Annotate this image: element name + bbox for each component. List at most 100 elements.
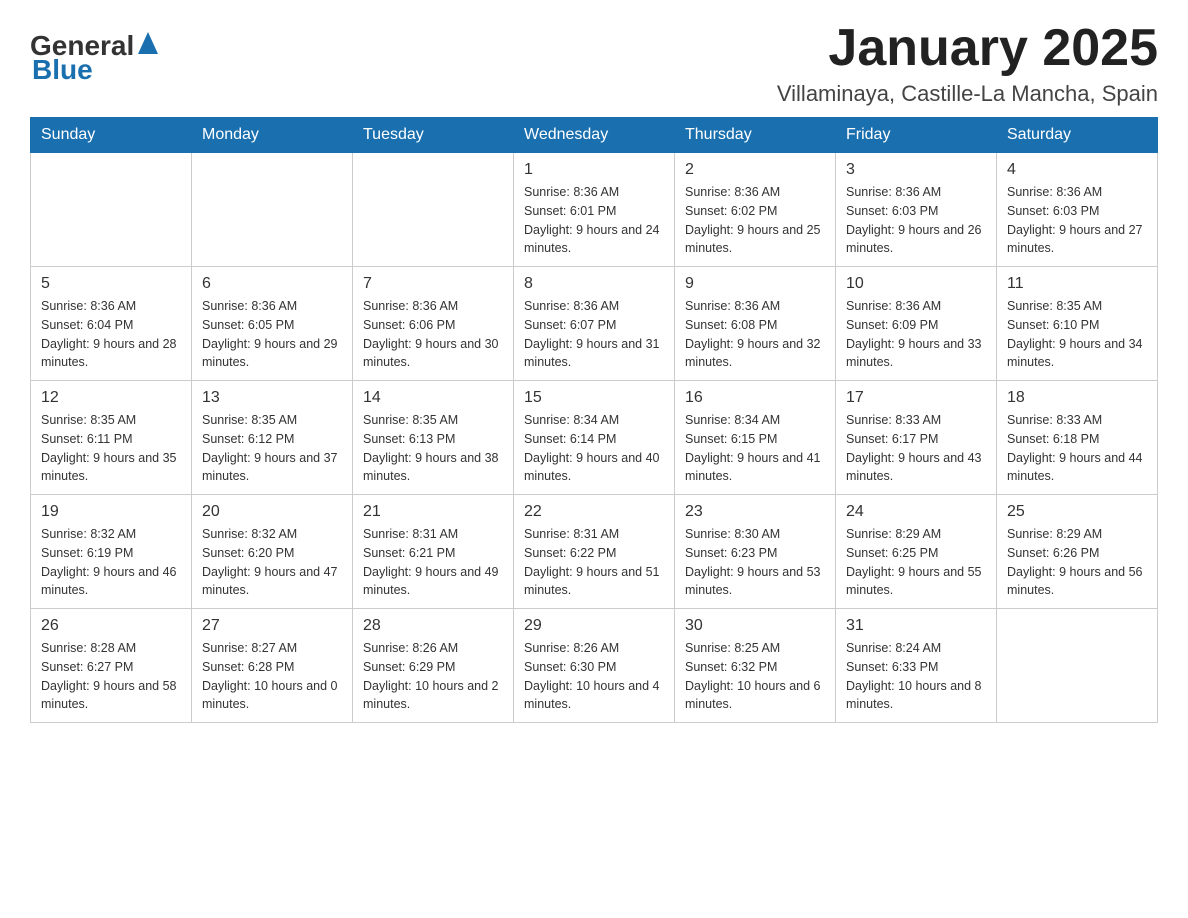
- day-info: Sunrise: 8:28 AMSunset: 6:27 PMDaylight:…: [41, 639, 181, 714]
- day-number: 19: [41, 503, 181, 521]
- calendar-week-row: 12 Sunrise: 8:35 AMSunset: 6:11 PMDayligh…: [31, 381, 1158, 495]
- calendar-table: SundayMondayTuesdayWednesdayThursdayFrid…: [30, 117, 1158, 723]
- calendar-cell: 2Sunrise: 8:36 AMSunset: 6:02 PMDaylight…: [675, 153, 836, 267]
- day-number: 9: [685, 275, 825, 293]
- calendar-cell: 30 Sunrise: 8:25 AMSunset: 6:32 PMDayligh…: [675, 609, 836, 723]
- day-number: 18: [1007, 389, 1147, 407]
- calendar-cell: 5Sunrise: 8:36 AMSunset: 6:04 PMDaylight…: [31, 267, 192, 381]
- calendar-cell: 9 Sunrise: 8:36 AMSunset: 6:08 PMDaylight…: [675, 267, 836, 381]
- day-info: Sunrise: 8:33 AMSunset: 6:17 PMDaylight:…: [846, 411, 986, 486]
- calendar-cell: [353, 153, 514, 267]
- calendar-cell: 23Sunrise: 8:30 AMSunset: 6:23 PMDayligh…: [675, 495, 836, 609]
- day-of-week-header: Tuesday: [353, 118, 514, 153]
- day-number: 3: [846, 161, 986, 179]
- calendar-cell: 22 Sunrise: 8:31 AMSunset: 6:22 PMDayligh…: [514, 495, 675, 609]
- day-of-week-header: Sunday: [31, 118, 192, 153]
- day-number: 8: [524, 275, 664, 293]
- day-number: 12: [41, 389, 181, 407]
- month-title: January 2025: [777, 20, 1158, 77]
- day-number: 29: [524, 617, 664, 635]
- day-info: Sunrise: 8:25 AMSunset: 6:32 PMDaylight:…: [685, 639, 825, 714]
- day-number: 27: [202, 617, 342, 635]
- day-number: 14: [363, 389, 503, 407]
- calendar-cell: 15Sunrise: 8:34 AMSunset: 6:14 PMDayligh…: [514, 381, 675, 495]
- calendar-cell: [192, 153, 353, 267]
- calendar-cell: 17Sunrise: 8:33 AMSunset: 6:17 PMDayligh…: [836, 381, 997, 495]
- calendar-cell: 7Sunrise: 8:36 AMSunset: 6:06 PMDaylight…: [353, 267, 514, 381]
- day-info: Sunrise: 8:34 AMSunset: 6:15 PMDaylight:…: [685, 411, 825, 486]
- day-number: 20: [202, 503, 342, 521]
- calendar-week-row: 1Sunrise: 8:36 AMSunset: 6:01 PMDaylight…: [31, 153, 1158, 267]
- day-info: Sunrise: 8:36 AMSunset: 6:07 PMDaylight:…: [524, 297, 664, 372]
- calendar-cell: [997, 609, 1158, 723]
- day-info: Sunrise: 8:26 AMSunset: 6:29 PMDaylight:…: [363, 639, 503, 714]
- calendar-cell: 31 Sunrise: 8:24 AMSunset: 6:33 PMDayligh…: [836, 609, 997, 723]
- day-number: 11: [1007, 275, 1147, 293]
- calendar-cell: 11Sunrise: 8:35 AMSunset: 6:10 PMDayligh…: [997, 267, 1158, 381]
- day-number: 28: [363, 617, 503, 635]
- calendar-cell: [31, 153, 192, 267]
- day-number: 23: [685, 503, 825, 521]
- calendar-week-row: 19 Sunrise: 8:32 AMSunset: 6:19 PMDayligh…: [31, 495, 1158, 609]
- day-number: 16: [685, 389, 825, 407]
- day-number: 24: [846, 503, 986, 521]
- calendar-cell: 10Sunrise: 8:36 AMSunset: 6:09 PMDayligh…: [836, 267, 997, 381]
- calendar-cell: 21Sunrise: 8:31 AMSunset: 6:21 PMDayligh…: [353, 495, 514, 609]
- day-info: Sunrise: 8:33 AMSunset: 6:18 PMDaylight:…: [1007, 411, 1147, 486]
- calendar-cell: 25 Sunrise: 8:29 AMSunset: 6:26 PMDayligh…: [997, 495, 1158, 609]
- day-number: 25: [1007, 503, 1147, 521]
- day-number: 13: [202, 389, 342, 407]
- day-number: 4: [1007, 161, 1147, 179]
- day-info: Sunrise: 8:31 AMSunset: 6:22 PMDaylight:…: [524, 525, 664, 600]
- day-info: Sunrise: 8:27 AMSunset: 6:28 PMDaylight:…: [202, 639, 342, 714]
- day-info: Sunrise: 8:31 AMSunset: 6:21 PMDaylight:…: [363, 525, 503, 600]
- day-info: Sunrise: 8:29 AMSunset: 6:25 PMDaylight:…: [846, 525, 986, 600]
- calendar-cell: 14 Sunrise: 8:35 AMSunset: 6:13 PMDayligh…: [353, 381, 514, 495]
- day-number: 30: [685, 617, 825, 635]
- header: General Blue January 2025 Villaminaya, C…: [30, 20, 1158, 107]
- calendar-cell: 13 Sunrise: 8:35 AMSunset: 6:12 PMDayligh…: [192, 381, 353, 495]
- calendar-cell: 8 Sunrise: 8:36 AMSunset: 6:07 PMDaylight…: [514, 267, 675, 381]
- day-info: Sunrise: 8:36 AMSunset: 6:03 PMDaylight:…: [846, 183, 986, 258]
- day-info: Sunrise: 8:36 AMSunset: 6:04 PMDaylight:…: [41, 297, 181, 372]
- day-info: Sunrise: 8:36 AMSunset: 6:03 PMDaylight:…: [1007, 183, 1147, 258]
- day-info: Sunrise: 8:32 AMSunset: 6:20 PMDaylight:…: [202, 525, 342, 600]
- day-of-week-header: Friday: [836, 118, 997, 153]
- day-number: 15: [524, 389, 664, 407]
- calendar-cell: 26Sunrise: 8:28 AMSunset: 6:27 PMDayligh…: [31, 609, 192, 723]
- logo-triangle-icon: [138, 32, 158, 59]
- day-info: Sunrise: 8:36 AMSunset: 6:05 PMDaylight:…: [202, 297, 342, 372]
- calendar-cell: 24 Sunrise: 8:29 AMSunset: 6:25 PMDayligh…: [836, 495, 997, 609]
- day-info: Sunrise: 8:36 AMSunset: 6:08 PMDaylight:…: [685, 297, 825, 372]
- day-info: Sunrise: 8:35 AMSunset: 6:11 PMDaylight:…: [41, 411, 181, 486]
- day-info: Sunrise: 8:36 AMSunset: 6:09 PMDaylight:…: [846, 297, 986, 372]
- calendar-cell: 4 Sunrise: 8:36 AMSunset: 6:03 PMDaylight…: [997, 153, 1158, 267]
- calendar-cell: 12 Sunrise: 8:35 AMSunset: 6:11 PMDayligh…: [31, 381, 192, 495]
- days-of-week-row: SundayMondayTuesdayWednesdayThursdayFrid…: [31, 118, 1158, 153]
- calendar-cell: 16 Sunrise: 8:34 AMSunset: 6:15 PMDayligh…: [675, 381, 836, 495]
- day-of-week-header: Monday: [192, 118, 353, 153]
- day-number: 22: [524, 503, 664, 521]
- calendar-week-row: 26Sunrise: 8:28 AMSunset: 6:27 PMDayligh…: [31, 609, 1158, 723]
- day-number: 31: [846, 617, 986, 635]
- day-info: Sunrise: 8:32 AMSunset: 6:19 PMDaylight:…: [41, 525, 181, 600]
- calendar-week-row: 5Sunrise: 8:36 AMSunset: 6:04 PMDaylight…: [31, 267, 1158, 381]
- day-of-week-header: Saturday: [997, 118, 1158, 153]
- day-info: Sunrise: 8:29 AMSunset: 6:26 PMDaylight:…: [1007, 525, 1147, 600]
- day-info: Sunrise: 8:35 AMSunset: 6:12 PMDaylight:…: [202, 411, 342, 486]
- calendar-cell: 27 Sunrise: 8:27 AMSunset: 6:28 PMDayligh…: [192, 609, 353, 723]
- day-info: Sunrise: 8:35 AMSunset: 6:13 PMDaylight:…: [363, 411, 503, 486]
- day-info: Sunrise: 8:26 AMSunset: 6:30 PMDaylight:…: [524, 639, 664, 714]
- calendar-cell: 19 Sunrise: 8:32 AMSunset: 6:19 PMDayligh…: [31, 495, 192, 609]
- day-number: 7: [363, 275, 503, 293]
- calendar-cell: 18 Sunrise: 8:33 AMSunset: 6:18 PMDayligh…: [997, 381, 1158, 495]
- day-number: 2: [685, 161, 825, 179]
- day-info: Sunrise: 8:36 AMSunset: 6:01 PMDaylight:…: [524, 183, 664, 258]
- day-of-week-header: Thursday: [675, 118, 836, 153]
- calendar-cell: 20 Sunrise: 8:32 AMSunset: 6:20 PMDayligh…: [192, 495, 353, 609]
- calendar-cell: 3 Sunrise: 8:36 AMSunset: 6:03 PMDaylight…: [836, 153, 997, 267]
- logo-blue-text: Blue: [32, 54, 93, 86]
- title-area: January 2025 Villaminaya, Castille-La Ma…: [777, 20, 1158, 107]
- calendar-cell: 1Sunrise: 8:36 AMSunset: 6:01 PMDaylight…: [514, 153, 675, 267]
- day-info: Sunrise: 8:24 AMSunset: 6:33 PMDaylight:…: [846, 639, 986, 714]
